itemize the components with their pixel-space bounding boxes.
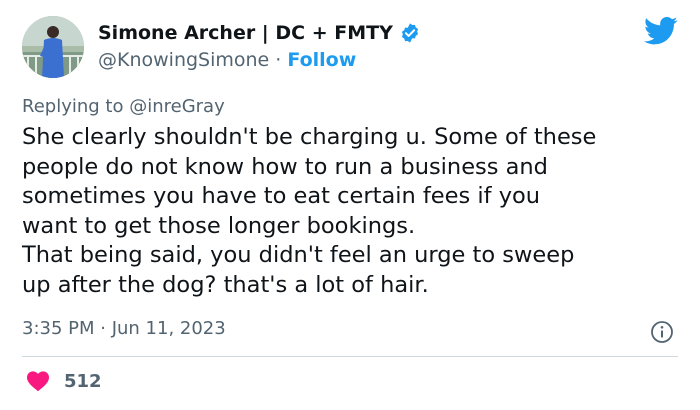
author-handle-row: @KnowingSimone · Follow xyxy=(98,49,356,71)
author-display-name[interactable]: Simone Archer | DC + FMTY xyxy=(98,22,393,44)
info-icon[interactable] xyxy=(650,320,674,344)
avatar-image xyxy=(22,16,84,78)
avatar[interactable] xyxy=(22,16,84,78)
tweet-text-line: sometimes you have to eat certain fees i… xyxy=(22,183,541,209)
author-name-row: Simone Archer | DC + FMTY xyxy=(98,22,421,44)
follow-button[interactable]: Follow xyxy=(287,49,356,71)
tweet-text-line: up after the dog? that's a lot of hair. xyxy=(22,271,429,298)
replying-to-handle[interactable]: @inreGray xyxy=(129,96,225,117)
tweet-text-line: people do not know how to run a business… xyxy=(22,153,548,180)
tweet-timestamp[interactable]: 3:35 PM · Jun 11, 2023 xyxy=(22,318,226,339)
verified-badge-icon xyxy=(401,23,418,43)
heart-icon[interactable] xyxy=(26,370,50,392)
tweet-text-line: That being said, you didn't feel an urge… xyxy=(22,242,575,268)
divider xyxy=(22,356,678,357)
twitter-bird-icon[interactable] xyxy=(644,16,678,46)
handle-separator: · xyxy=(269,49,288,71)
author-handle[interactable]: @KnowingSimone xyxy=(98,49,269,71)
tweet-text: She clearly shouldn't be charging u. Som… xyxy=(22,123,687,300)
replying-to-label: Replying to xyxy=(22,96,130,117)
tweet-text-line: want to get those longer bookings. xyxy=(22,212,416,239)
like-count: 512 xyxy=(64,370,102,392)
like-action[interactable]: 512 xyxy=(26,370,102,392)
replying-to: Replying to @inreGray xyxy=(22,96,225,117)
tweet-text-line: She clearly shouldn't be charging u. Som… xyxy=(22,124,597,150)
